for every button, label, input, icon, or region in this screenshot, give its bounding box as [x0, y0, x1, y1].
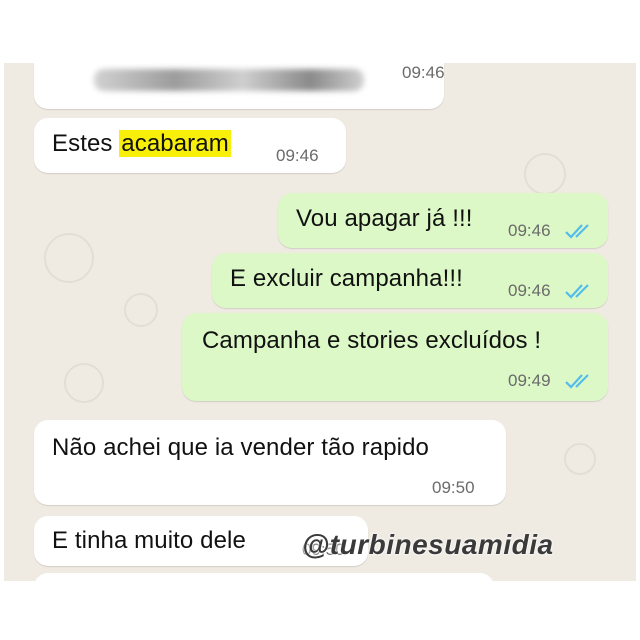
message-text: E excluir campanha!!! [230, 265, 463, 292]
message-bubble-estes-acabaram[interactable]: Estes acabaram 09:46 [34, 118, 346, 173]
message-time: 09:46 [276, 146, 319, 165]
message-bubble-obscured[interactable]: 09:46 [34, 63, 445, 109]
message-bubble-nao-achei[interactable]: Não achei que ia vender tão rapido 09:50 [34, 420, 506, 505]
message-bubble-partial [34, 573, 494, 581]
message-time: 09:49 [508, 371, 551, 390]
message-bubble-campanha-excluidos[interactable]: Campanha e stories excluídos ! 09:49 [182, 313, 608, 401]
message-text-plain: Estes [52, 130, 120, 157]
message-time: 09:46 [402, 63, 445, 82]
blurred-message-text [94, 69, 364, 91]
message-time: 09:50 [432, 478, 475, 497]
message-text: Não achei que ia vender tão rapido [52, 434, 429, 461]
double-check-icon [565, 374, 589, 389]
highlighted-word: acabaram [119, 130, 231, 157]
double-check-icon [565, 224, 589, 239]
message-time: 09:46 [508, 281, 551, 300]
message-text: Vou apagar já !!! [296, 205, 473, 232]
message-bubble-vou-apagar[interactable]: Vou apagar já !!! 09:46 [278, 193, 608, 248]
message-text: Campanha e stories excluídos ! [202, 327, 542, 354]
message-time: 09:46 [508, 221, 551, 240]
double-check-icon [565, 284, 589, 299]
watermark: @turbinesuamidia [302, 529, 554, 560]
message-text: Estes acabaram [52, 130, 231, 158]
chat-area: 09:46 Estes acabaram 09:46 Vou apagar já… [4, 63, 636, 581]
message-text: E tinha muito dele [52, 527, 246, 554]
message-bubble-excluir-campanha[interactable]: E excluir campanha!!! 09:46 [212, 253, 608, 308]
